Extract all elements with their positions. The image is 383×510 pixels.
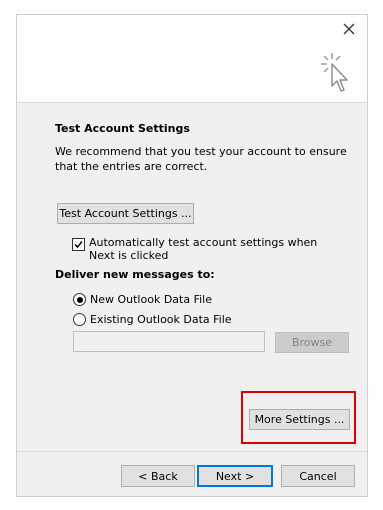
deliver-messages-label: Deliver new messages to: [55,268,215,281]
more-settings-button[interactable]: More Settings ... [249,409,350,430]
new-data-file-option[interactable]: New Outlook Data File [73,293,212,306]
existing-data-file-label: Existing Outlook Data File [90,313,232,326]
sparkle-cursor-icon [319,51,353,97]
test-account-settings-button[interactable]: Test Account Settings ... [57,203,194,224]
existing-data-file-option[interactable]: Existing Outlook Data File [73,313,232,326]
close-button[interactable] [339,19,359,39]
browse-button[interactable]: Browse [275,332,349,353]
test-settings-description: We recommend that you test your account … [55,145,347,173]
account-settings-dialog: Test Account Settings We recommend that … [16,14,368,497]
auto-test-label: Automatically test account settings when… [89,236,318,262]
new-data-file-radio[interactable] [73,293,86,306]
test-settings-heading: Test Account Settings [55,122,190,135]
new-data-file-label: New Outlook Data File [90,293,212,306]
close-icon [343,23,355,35]
footer-divider [17,451,367,452]
existing-data-file-radio[interactable] [73,313,86,326]
auto-test-checkbox[interactable] [72,238,85,251]
back-button[interactable]: < Back [121,465,195,487]
auto-test-option[interactable]: Automatically test account settings when… [72,236,362,262]
dialog-banner [17,15,367,103]
checkmark-icon [74,241,83,249]
cancel-button[interactable]: Cancel [281,465,355,487]
next-button[interactable]: Next > [197,465,273,487]
data-file-path-input[interactable] [73,331,265,352]
